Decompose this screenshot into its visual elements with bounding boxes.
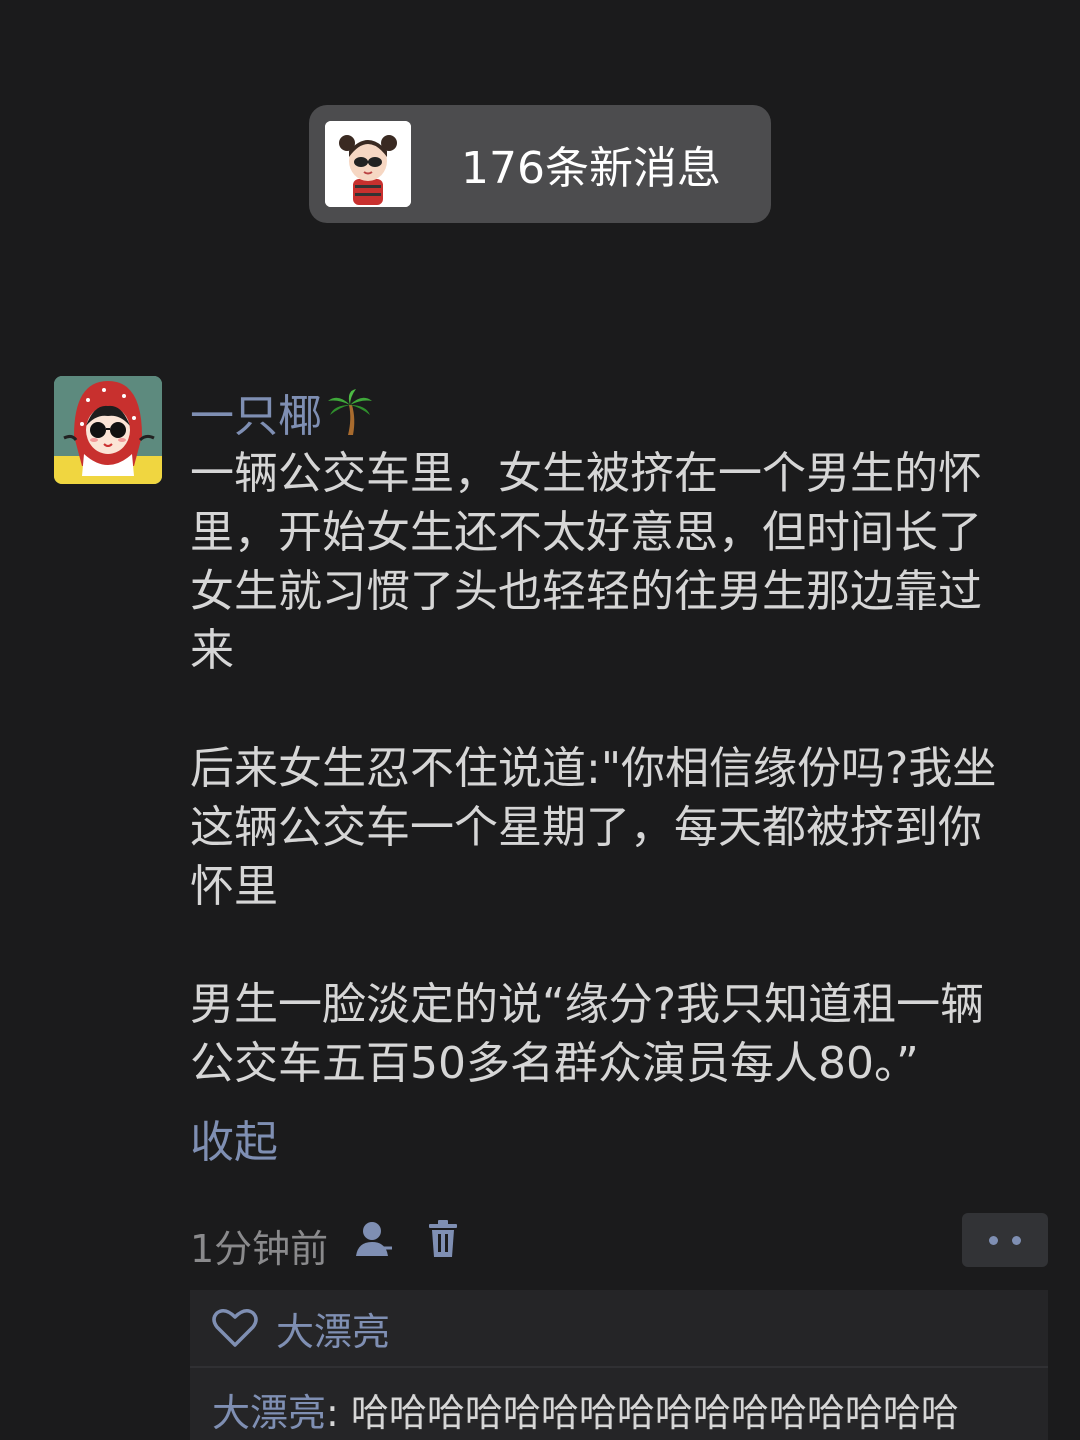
person-icon[interactable] <box>352 1220 394 1260</box>
author-name[interactable]: 一只椰 <box>190 380 374 444</box>
post-time: 1分钟前 <box>190 1227 329 1271</box>
new-messages-notice[interactable]: 176条新消息 <box>309 105 771 223</box>
more-actions-button[interactable] <box>962 1213 1048 1267</box>
collapse-link[interactable]: 收起 <box>190 1106 278 1170</box>
palm-tree-icon <box>328 389 372 435</box>
comment-item[interactable]: 大漂亮: 哈哈哈哈哈哈哈哈哈哈哈哈哈哈哈哈 <box>190 1368 1048 1437</box>
post-content: 一辆公交车里，女生被挤在一个男生的怀 里，开始女生还不太好意思，但时间长了 女生… <box>190 444 1050 1093</box>
author-name-text: 一只椰 <box>190 391 322 442</box>
interaction-panel: 大漂亮 大漂亮: 哈哈哈哈哈哈哈哈哈哈哈哈哈哈哈哈 <box>190 1290 1048 1440</box>
comment-text: 哈哈哈哈哈哈哈哈哈哈哈哈哈哈哈哈 <box>350 1391 959 1435</box>
more-dots-icon <box>1012 1235 1021 1245</box>
trash-icon[interactable] <box>428 1220 458 1258</box>
heart-outline-icon <box>212 1309 258 1347</box>
liker-name[interactable]: 大漂亮 <box>276 1301 390 1356</box>
more-dots-icon <box>989 1235 998 1245</box>
post-paragraph: 后来女生忍不住说道:"你相信缘份吗?我坐 这辆公交车一个星期了，每天都被挤到你 … <box>190 743 997 912</box>
notice-avatar <box>325 121 411 207</box>
likes-row: 大漂亮 <box>190 1290 1048 1368</box>
post-paragraph: 男生一脸淡定的说“缘分?我只知道租一辆 公交车五百50多名群众演员每人80。” <box>190 979 985 1089</box>
post-paragraph: 一辆公交车里，女生被挤在一个男生的怀 里，开始女生还不太好意思，但时间长了 女生… <box>190 448 982 676</box>
new-messages-count: 176条新消息 <box>461 143 721 194</box>
author-avatar[interactable] <box>54 376 162 484</box>
comment-separator: : <box>326 1391 351 1435</box>
comment-user[interactable]: 大漂亮 <box>212 1391 326 1435</box>
moments-feed: 176条新消息 一只椰 一辆公交车里，女生被挤在一个男生的怀 里，开始女生还不太… <box>0 0 1080 1440</box>
